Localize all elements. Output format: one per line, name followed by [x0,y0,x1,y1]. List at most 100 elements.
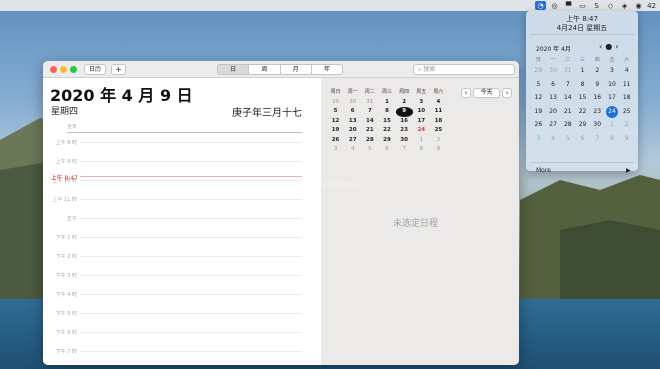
widget-day-cell[interactable]: 8 [575,79,590,93]
mini-calendar-day[interactable]: 7 [396,145,413,155]
mini-calendar-day[interactable]: 23 [396,126,413,136]
mini-calendar-day[interactable]: 9 [395,107,413,117]
widget-day-cell[interactable]: 3 [531,133,546,147]
widget-day-cell[interactable]: 16 [590,92,605,106]
mini-calendar-day[interactable]: 24 [413,126,430,136]
cat-icon[interactable]: ◉ [633,1,644,10]
close-button[interactable] [50,66,57,73]
mini-calendar-day[interactable]: 14 [361,117,378,127]
widget-today-cell[interactable]: 24 [605,105,620,120]
screen-icon[interactable]: ▭ [577,1,588,10]
widget-day-cell[interactable]: 6 [546,79,561,93]
mini-calendar-day[interactable]: 1 [378,98,395,108]
calendars-button[interactable]: 日历 [84,64,107,75]
mini-calendar-day[interactable]: 28 [361,136,378,146]
widget-day-cell[interactable]: 9 [619,133,634,147]
mini-calendar-day[interactable]: 8 [378,107,395,117]
notification-center-icon[interactable]: ◔ [535,1,547,10]
widget-day-cell[interactable]: 9 [590,79,605,93]
mini-calendar-day[interactable]: 31 [361,98,378,108]
mini-calendar-day[interactable]: 11 [430,107,447,117]
cube-icon[interactable]: ◇ [605,1,616,10]
view-tab[interactable]: 年 [312,65,342,74]
widget-day-cell[interactable]: 27 [546,119,561,133]
mini-calendar-day[interactable]: 18 [430,117,447,127]
mini-calendar-day[interactable]: 3 [327,145,344,155]
widget-day-cell[interactable]: 3 [605,65,620,79]
widget-day-cell[interactable]: 25 [619,106,634,120]
view-tab[interactable]: 月 [281,65,312,74]
mini-calendar-day[interactable]: 17 [413,117,430,127]
widget-day-cell[interactable]: 12 [531,92,546,106]
widget-day-cell[interactable]: 22 [575,106,590,120]
wechat-icon[interactable]: ◎ [549,1,560,10]
mini-calendar-day[interactable]: 4 [430,98,447,108]
chevron-left-icon[interactable]: ‹ [599,42,602,51]
minimize-button[interactable] [60,66,67,73]
widget-day-cell[interactable]: 29 [531,65,546,79]
widget-day-cell[interactable]: 21 [560,106,575,120]
mini-calendar-day[interactable]: 21 [361,126,378,136]
mini-calendar-day[interactable]: 22 [378,126,395,136]
mini-calendar-day[interactable]: 6 [344,107,361,117]
chevron-right-icon[interactable]: › [615,42,618,51]
widget-day-cell[interactable]: 1 [575,65,590,79]
widget-day-cell[interactable]: 31 [560,65,575,79]
widget-day-cell[interactable]: 8 [605,133,620,147]
widget-day-cell[interactable]: 7 [590,133,605,147]
mini-calendar-day[interactable]: 9 [430,145,447,155]
mini-calendar-day[interactable]: 26 [327,136,344,146]
mini-calendar-day[interactable]: 8 [413,145,430,155]
mini-calendar-day[interactable]: 19 [327,126,344,136]
widget-day-cell[interactable]: 13 [546,92,561,106]
mini-calendar-day[interactable]: 6 [378,145,395,155]
widget-day-cell[interactable]: 5 [531,79,546,93]
mini-calendar-day[interactable]: 13 [344,117,361,127]
previous-day-button[interactable]: ‹ [461,88,471,98]
mini-calendar-day[interactable]: 10 [413,107,430,117]
widget-day-cell[interactable]: 30 [590,119,605,133]
mini-calendar-day[interactable]: 1 [413,136,430,146]
mini-calendar-day[interactable]: 25 [430,126,447,136]
mini-calendar-day[interactable]: 30 [396,136,413,146]
mini-calendar-day[interactable]: 15 [378,117,395,127]
widget-day-cell[interactable]: 17 [605,92,620,106]
mini-calendar-day[interactable]: 3 [413,98,430,108]
widget-day-cell[interactable]: 2 [590,65,605,79]
widget-day-cell[interactable]: 29 [575,119,590,133]
mini-calendar-day[interactable]: 30 [344,98,361,108]
widget-day-cell[interactable]: 26 [531,119,546,133]
widget-day-cell[interactable]: 20 [546,106,561,120]
temperature-text[interactable]: 42 [647,2,656,10]
widget-day-cell[interactable]: 18 [619,92,634,106]
add-event-button[interactable]: + [111,64,126,75]
view-tab[interactable]: 日 [218,65,250,74]
widget-day-cell[interactable]: 7 [560,79,575,93]
zoom-button[interactable] [70,66,77,73]
widget-day-cell[interactable]: 1 [605,119,620,133]
mini-calendar-day[interactable]: 2 [430,136,447,146]
next-day-button[interactable]: › [502,88,512,98]
mini-calendar-day[interactable]: 29 [378,136,395,146]
widget-day-cell[interactable]: 23 [590,106,605,120]
today-dot-icon[interactable]: ● [605,42,612,51]
mini-calendar-day[interactable]: 7 [361,107,378,117]
display-icon[interactable]: ▀ [563,1,574,10]
widget-day-cell[interactable]: 2 [619,119,634,133]
mini-calendar-day[interactable]: 16 [396,117,413,127]
widget-day-cell[interactable]: 11 [619,79,634,93]
mini-calendar-day[interactable]: 12 [327,117,344,127]
mini-calendar-day[interactable]: 5 [361,145,378,155]
view-tab[interactable]: 周 [249,65,281,74]
widget-day-cell[interactable]: 4 [619,65,634,79]
mini-calendar-day[interactable]: 20 [344,126,361,136]
mini-calendar-day[interactable]: 2 [396,98,413,108]
widget-day-cell[interactable]: 10 [605,79,620,93]
widget-day-cell[interactable]: 30 [546,65,561,79]
more-button[interactable]: More [536,167,551,174]
search-input[interactable]: ⌕ 搜索 [413,64,515,75]
play-icon[interactable]: ▶ [626,167,631,174]
widget-day-cell[interactable]: 28 [560,119,575,133]
widget-day-cell[interactable]: 14 [560,92,575,106]
widget-day-cell[interactable]: 4 [546,133,561,147]
